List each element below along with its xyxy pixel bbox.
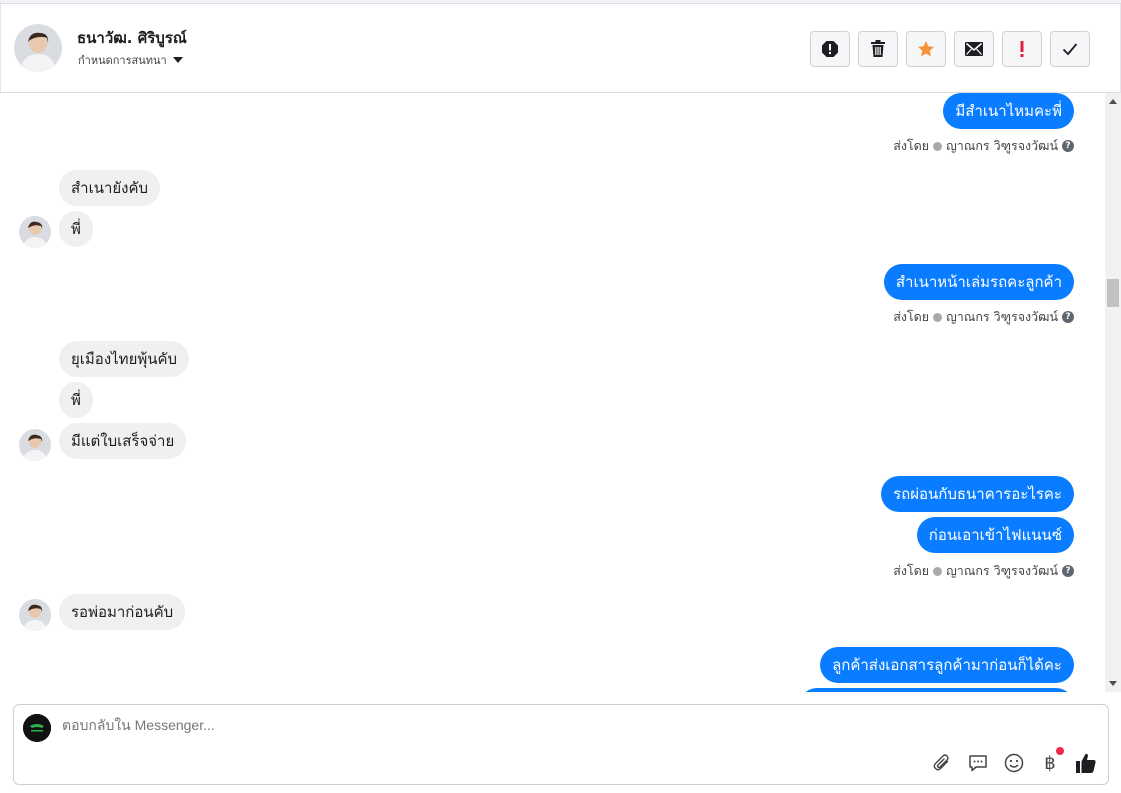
star-button[interactable]	[906, 31, 946, 67]
reply-input[interactable]	[62, 717, 942, 733]
messenger-thread: ธนาวัฒ. ศิริบูรณ์ กำหนดการสนทนา มีสำเนาไ…	[0, 0, 1121, 793]
sent-by-row: ส่งโดย ญาณกร วิฑูรจงวัฒน์ ?	[893, 136, 1074, 156]
payment-button[interactable]: ฿	[1038, 747, 1064, 775]
smiley-icon	[1004, 753, 1024, 773]
mail-icon	[965, 42, 983, 56]
sent-by-row: ส่งโดย ญาณกร วิฑูรจงวัฒน์ ?	[893, 561, 1074, 581]
reply-composer: ฿	[13, 704, 1109, 785]
sent-by-row: ส่งโดย ญาณกร วิฑูรจงวัฒน์ ?	[893, 307, 1074, 327]
help-icon[interactable]: ?	[1062, 140, 1074, 152]
emoji-button[interactable]	[1002, 751, 1026, 775]
message-incoming[interactable]: พี่	[59, 382, 93, 418]
paperclip-icon	[933, 754, 949, 771]
message-outgoing[interactable]: สำเนาหน้าเล่มรถคะลูกค้า	[883, 264, 1074, 300]
like-button[interactable]	[1074, 751, 1098, 775]
message-outgoing[interactable]: รถผ่อนกับธนาคารอะไรคะ	[881, 476, 1074, 512]
saved-replies-button[interactable]	[966, 751, 990, 775]
sent-by-label: ส่งโดย	[893, 563, 930, 578]
sent-by-label: ส่งโดย	[893, 138, 930, 153]
message-list[interactable]: มีสำเนาไหมคะพี่ ส่งโดย ญาณกร วิฑูรจงวัฒน…	[0, 93, 1105, 692]
check-icon	[1062, 43, 1078, 56]
help-icon[interactable]: ?	[1062, 311, 1074, 323]
contact-name[interactable]: ธนาวัฒ. ศิริบูรณ์	[77, 26, 187, 50]
message-outgoing[interactable]: ลูกค้าส่งเอกสารลูกค้ามาก่อนก็ได้คะ	[820, 647, 1074, 683]
caret-down-icon	[172, 57, 183, 63]
scroll-up-arrow-icon[interactable]	[1109, 99, 1117, 104]
mark-unread-button[interactable]	[954, 31, 994, 67]
chat-scrollbar[interactable]	[1105, 93, 1121, 692]
status-dot-icon	[933, 141, 943, 151]
agent-name[interactable]: ญาณกร วิฑูรจงวัฒน์	[946, 136, 1058, 156]
saved-replies-icon	[969, 755, 987, 772]
delete-button[interactable]	[858, 31, 898, 67]
message-outgoing[interactable]: มีสำเนาไหมคะพี่	[943, 93, 1074, 129]
header-actions	[810, 31, 1090, 67]
help-icon[interactable]: ?	[1062, 565, 1074, 577]
mark-done-button[interactable]	[1050, 31, 1090, 67]
status-dot-icon	[933, 566, 943, 576]
assign-conversation-dropdown[interactable]: กำหนดการสนทนา	[78, 51, 183, 69]
notification-dot	[1056, 747, 1064, 755]
sender-avatar[interactable]	[19, 599, 51, 631]
conversation-header: ธนาวัฒ. ศิริบูรณ์ กำหนดการสนทนา	[0, 4, 1121, 93]
status-dot-icon	[933, 312, 943, 322]
sender-avatar[interactable]	[19, 216, 51, 248]
agent-name[interactable]: ญาณกร วิฑูรจงวัฒน์	[946, 307, 1058, 327]
mark-important-button[interactable]	[1002, 31, 1042, 67]
page-avatar	[23, 714, 51, 742]
composer-tools: ฿	[930, 747, 1098, 775]
message-incoming[interactable]: พี่	[59, 211, 93, 247]
message-incoming[interactable]: มีแต่ใบเสร็จจ่าย	[59, 423, 187, 459]
message-outgoing[interactable]: ก่อนเอาเข้าไฟแนนซ์	[916, 517, 1074, 553]
attach-button[interactable]	[930, 751, 954, 775]
assign-label: กำหนดการสนทนา	[78, 54, 167, 67]
report-button[interactable]	[810, 31, 850, 67]
sent-by-label: ส่งโดย	[893, 309, 930, 324]
sender-avatar[interactable]	[19, 429, 51, 461]
scroll-down-arrow-icon[interactable]	[1109, 681, 1117, 686]
important-icon	[1020, 41, 1024, 57]
report-icon	[822, 41, 838, 57]
baht-icon: ฿	[1044, 752, 1056, 774]
trash-icon	[871, 40, 885, 57]
message-incoming[interactable]: สำเนายังคับ	[59, 170, 161, 206]
scrollbar-thumb[interactable]	[1107, 279, 1119, 307]
agent-name[interactable]: ญาณกร วิฑูรจงวัฒน์	[946, 561, 1058, 581]
message-incoming[interactable]: ยุเมืองไทยพุ้นคับ	[59, 341, 190, 377]
thumbs-up-icon	[1076, 753, 1096, 773]
message-incoming[interactable]: รอพ่อมาก่อนคับ	[59, 594, 186, 630]
message-outgoing-partial[interactable]	[799, 688, 1074, 692]
contact-avatar[interactable]	[14, 24, 62, 72]
star-icon	[918, 41, 934, 57]
